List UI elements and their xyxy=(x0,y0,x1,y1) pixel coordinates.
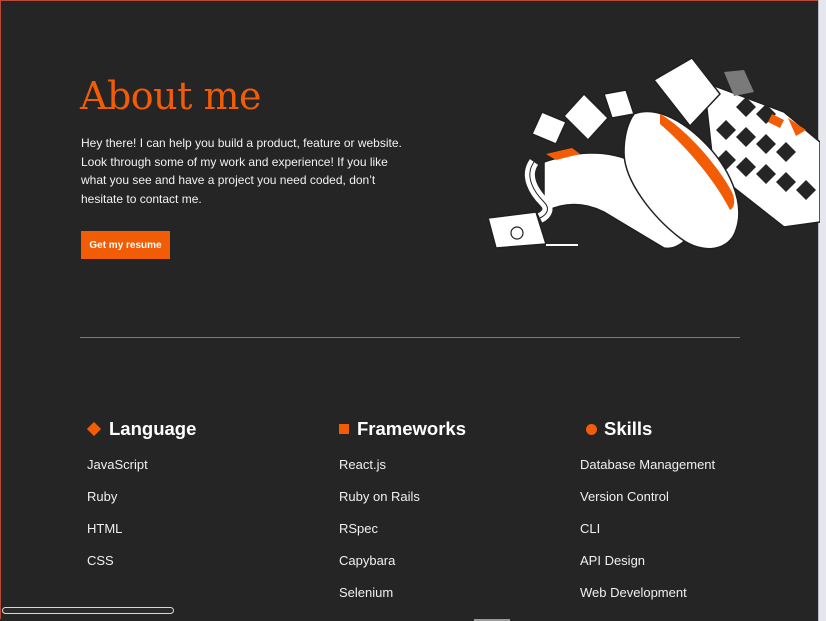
circle-icon xyxy=(586,423,597,435)
language-item: HTML xyxy=(87,521,123,536)
skills-title: Skills xyxy=(604,418,653,439)
language-item: JavaScript xyxy=(87,457,148,472)
skill-item: Version Control xyxy=(580,489,669,504)
horizontal-scrollbar[interactable] xyxy=(2,607,174,614)
diamond-icon xyxy=(86,421,102,437)
frameworks-column: Frameworks React.js Ruby on Rails RSpec … xyxy=(339,418,466,617)
skill-item: Database Management xyxy=(580,457,716,472)
square-icon xyxy=(339,424,349,434)
section-divider xyxy=(80,337,740,338)
laptop-and-paper-illustration xyxy=(487,57,820,250)
framework-item: React.js xyxy=(339,457,386,472)
framework-item: Ruby on Rails xyxy=(339,489,420,504)
skill-item: API Design xyxy=(580,553,646,568)
frameworks-title: Frameworks xyxy=(357,418,466,439)
framework-item: Selenium xyxy=(339,585,394,600)
skills-column: Skills Database Management Version Contr… xyxy=(580,418,715,617)
language-item: CSS xyxy=(87,553,114,568)
skill-item: Web Development xyxy=(580,585,687,600)
language-column: Language JavaScript Ruby HTML CSS xyxy=(86,418,197,585)
language-item: Ruby xyxy=(87,489,118,504)
framework-item: Capybara xyxy=(339,553,396,568)
language-title: Language xyxy=(109,418,197,439)
get-resume-button[interactable]: Get my resume xyxy=(81,231,170,259)
about-description: Hey there! I can help you build a produc… xyxy=(81,136,402,206)
about-title: About me xyxy=(80,74,262,118)
skill-item: CLI xyxy=(580,521,601,536)
framework-item: RSpec xyxy=(339,521,379,536)
